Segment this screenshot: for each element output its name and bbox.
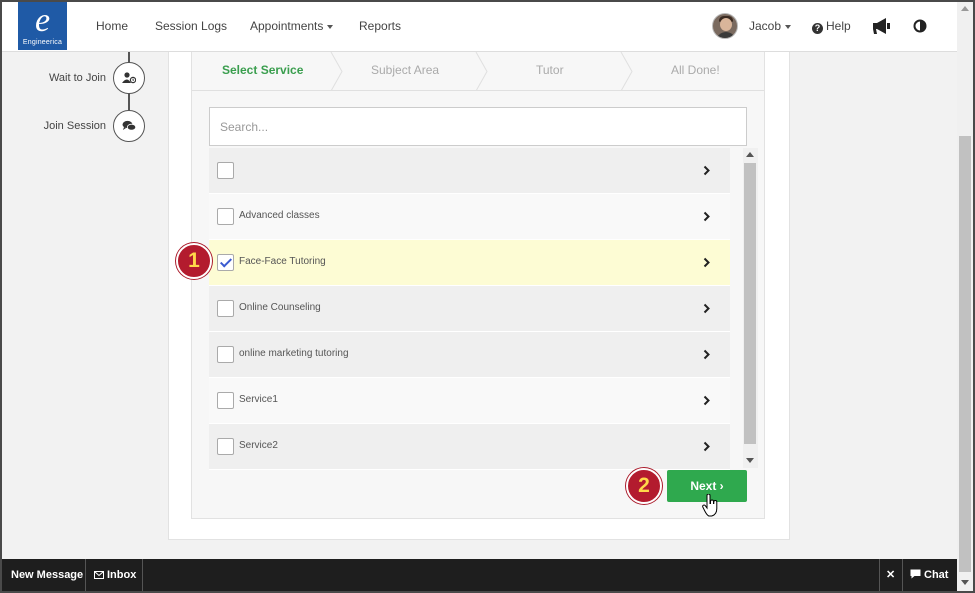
- service-label: Service1: [239, 394, 278, 405]
- chat-icon: [910, 569, 921, 579]
- step-label-wait-to-join: Wait to Join: [48, 72, 106, 84]
- chevron-down-icon: [785, 24, 792, 29]
- bottom-bar: New Message Inbox ✕ Chat: [2, 559, 957, 591]
- logo-name: Engineerica: [22, 39, 63, 46]
- megaphone-icon[interactable]: [871, 17, 891, 40]
- contrast-icon[interactable]: [913, 19, 927, 38]
- step-marker-2: 2: [626, 468, 662, 504]
- service-checkbox[interactable]: [217, 346, 234, 363]
- scroll-up-arrow-icon[interactable]: [961, 6, 969, 11]
- service-checkbox[interactable]: [217, 438, 234, 455]
- list-scrollbar[interactable]: [743, 148, 758, 468]
- step-separator-icon: [620, 52, 633, 91]
- user-menu[interactable]: Jacob: [749, 19, 792, 33]
- envelope-icon: [94, 571, 104, 579]
- nav-session-logs[interactable]: Session Logs: [155, 19, 227, 33]
- avatar[interactable]: [712, 13, 738, 39]
- new-message-button[interactable]: New Message: [11, 559, 83, 591]
- tab-all-done[interactable]: All Done!: [671, 63, 720, 77]
- list-item[interactable]: Face-Face Tutoring: [209, 240, 730, 286]
- tab-tutor[interactable]: Tutor: [536, 63, 564, 77]
- page-scrollbar[interactable]: [957, 2, 973, 591]
- tab-subject-area[interactable]: Subject Area: [371, 63, 439, 77]
- wizard-steps: Select Service Subject Area Tutor All Do…: [192, 52, 764, 91]
- chevron-right-icon[interactable]: [703, 441, 710, 452]
- scroll-down-arrow-icon[interactable]: [746, 458, 754, 463]
- list-item[interactable]: [209, 148, 730, 194]
- inbox-button[interactable]: Inbox: [94, 559, 136, 591]
- chat-button[interactable]: Chat: [910, 559, 948, 591]
- list-item[interactable]: Service2: [209, 424, 730, 470]
- service-checkbox[interactable]: [217, 162, 234, 179]
- service-label: online marketing tutoring: [239, 348, 349, 359]
- list-item[interactable]: Advanced classes: [209, 194, 730, 240]
- engineerica-logo[interactable]: e Engineerica: [18, 2, 67, 50]
- chevron-right-icon[interactable]: [703, 303, 710, 314]
- service-label: Service2: [239, 440, 278, 451]
- chevron-down-icon: [327, 24, 334, 29]
- chat-label: Chat: [924, 569, 949, 581]
- question-circle-icon: ?: [812, 23, 823, 34]
- service-label: Face-Face Tutoring: [239, 256, 326, 267]
- service-label: Online Counseling: [239, 302, 321, 313]
- step-separator-icon: [475, 52, 488, 91]
- list-item[interactable]: Online Counseling: [209, 286, 730, 332]
- chat-bubbles-icon: [113, 110, 145, 142]
- hand-cursor-icon: [702, 494, 718, 517]
- nav-reports[interactable]: Reports: [359, 19, 401, 33]
- top-navbar: e Engineerica Home Session Logs Appointm…: [2, 2, 957, 52]
- nav-appointments-label: Appointments: [250, 19, 324, 33]
- chevron-right-icon[interactable]: [703, 257, 710, 268]
- service-checkbox[interactable]: [217, 254, 234, 271]
- user-clock-icon: [113, 62, 145, 94]
- inbox-label: Inbox: [107, 569, 137, 581]
- logo-letter: e: [34, 2, 51, 39]
- chevron-right-icon[interactable]: [703, 165, 710, 176]
- service-checkbox[interactable]: [217, 392, 234, 409]
- user-name: Jacob: [749, 19, 782, 33]
- help-label: Help: [826, 19, 851, 33]
- search-input[interactable]: [209, 107, 747, 146]
- list-item[interactable]: Service1: [209, 378, 730, 424]
- help-link[interactable]: ? Help: [812, 19, 851, 34]
- service-label: Advanced classes: [239, 210, 320, 221]
- chevron-right-icon[interactable]: [703, 395, 710, 406]
- page-scrollbar-thumb[interactable]: [959, 136, 971, 572]
- service-checkbox[interactable]: [217, 300, 234, 317]
- chevron-right-icon[interactable]: [703, 349, 710, 360]
- tab-select-service[interactable]: Select Service: [222, 63, 303, 77]
- chevron-right-icon[interactable]: [703, 211, 710, 222]
- close-icon[interactable]: ✕: [886, 559, 895, 591]
- nav-appointments[interactable]: Appointments: [250, 19, 334, 33]
- scroll-up-arrow-icon[interactable]: [746, 152, 754, 157]
- step-marker-1: 1: [176, 243, 212, 279]
- step-separator-icon: [330, 52, 343, 91]
- nav-home[interactable]: Home: [96, 19, 128, 33]
- list-scrollbar-thumb[interactable]: [744, 163, 756, 444]
- service-checkbox[interactable]: [217, 208, 234, 225]
- service-list: Advanced classes Face-Face Tutoring Onli…: [209, 148, 730, 470]
- step-label-join-session: Join Session: [43, 120, 106, 132]
- scroll-down-arrow-icon[interactable]: [961, 580, 969, 585]
- list-item[interactable]: online marketing tutoring: [209, 332, 730, 378]
